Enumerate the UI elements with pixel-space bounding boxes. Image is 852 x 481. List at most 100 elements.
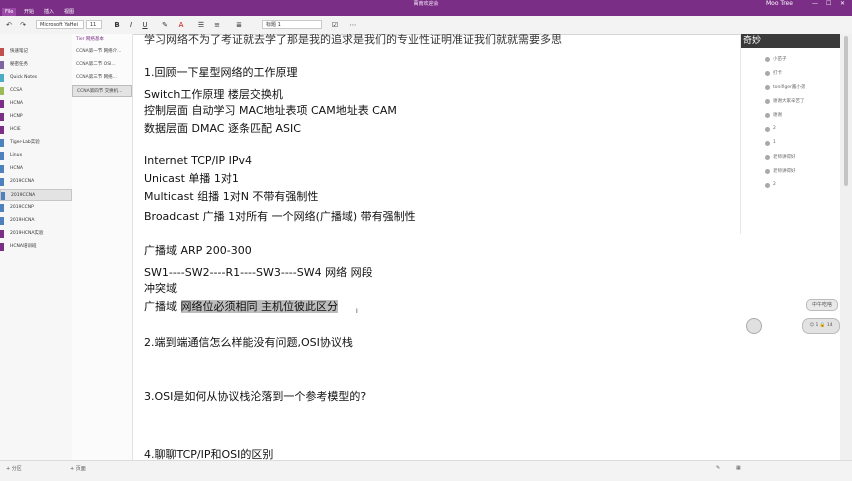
section-color-tab — [0, 165, 4, 173]
note-line[interactable]: 1.回顾一下星型网络的工作原理 — [144, 64, 298, 80]
section-label: HCNA培训班 — [10, 244, 37, 249]
section-list: 快速笔记 秘密任务 Quick Notes CCSA HCNA HCNP HCIE Tiger… — [0, 34, 73, 460]
section-label: HCIE — [10, 127, 21, 132]
section-item[interactable]: 秘密任务 — [0, 59, 72, 71]
bottom-grid-icon[interactable]: ▦ — [736, 465, 741, 471]
section-label: 2019CCNA — [11, 193, 36, 198]
section-label: HCNA — [10, 166, 23, 171]
note-line[interactable]: 冲突域 — [144, 280, 177, 296]
section-item[interactable]: Quick Notes — [0, 72, 72, 84]
vertical-scrollbar[interactable] — [840, 34, 852, 460]
page-item[interactable]: CCNA第二节 OSI... — [72, 59, 132, 71]
note-line-text: 3.OSI是如何从协议栈沦落到一个参考模型的? — [144, 390, 367, 403]
note-line[interactable]: SW1----SW2----R1----SW3----SW4 网络 网段 — [144, 264, 373, 280]
redo-icon[interactable]: ↷ — [18, 20, 28, 30]
section-item[interactable]: Linux — [0, 150, 72, 162]
section-color-tab — [0, 87, 4, 95]
page-label: CCNA第四节 交换机... — [77, 89, 123, 94]
section-color-tab — [1, 192, 5, 200]
font-name-select[interactable]: Microsoft YaHei — [36, 20, 84, 29]
align-icon[interactable]: ≣ — [234, 20, 244, 30]
add-section-button[interactable]: + 分区 — [6, 465, 22, 472]
note-line-text: 广播域 ARP 200-300 — [144, 244, 252, 257]
minimize-icon[interactable]: — — [812, 0, 818, 8]
italic-button[interactable]: I — [126, 20, 136, 30]
note-line-text: 数据层面 DMAC 逐条匹配 ASIC — [144, 122, 301, 135]
bullets-icon[interactable]: ☰ — [196, 20, 206, 30]
scrollbar-thumb[interactable] — [844, 36, 848, 186]
section-color-tab — [0, 74, 4, 82]
chat-avatar — [765, 127, 770, 132]
close-icon[interactable]: ✕ — [840, 0, 845, 8]
note-line[interactable]: Multicast 组播 1对N 不带有强制性 — [144, 188, 318, 204]
checkbox-tag-icon[interactable]: ☑ — [330, 20, 340, 30]
section-color-tab — [0, 48, 4, 56]
more-icon[interactable]: ⋯ — [348, 20, 358, 30]
menu-home[interactable]: 开始 — [24, 8, 34, 16]
section-item[interactable]: HCNA — [0, 163, 72, 175]
note-line[interactable]: 广播域 ARP 200-300 — [144, 242, 252, 258]
note-canvas[interactable]: 学习网络不为了考证就去学了那是我的追求是我们的专业性证明准证我们就就需要多思 1… — [132, 34, 840, 460]
bottom-pencil-icon[interactable]: ✎ — [716, 465, 720, 471]
section-item[interactable]: HCNA — [0, 98, 72, 110]
section-item[interactable]: CCSA — [0, 85, 72, 97]
page-item[interactable]: CCNA第三节 网络... — [72, 72, 132, 84]
section-item[interactable]: 快速笔记 — [0, 46, 72, 58]
chat-avatar — [765, 85, 770, 90]
section-label: 快速笔记 — [10, 49, 28, 54]
bold-button[interactable]: B — [112, 20, 122, 30]
numbering-icon[interactable]: ≡ — [212, 20, 222, 30]
section-item[interactable]: HCNA培训班 — [0, 241, 72, 253]
note-line-text: Unicast 单播 1对1 — [144, 172, 239, 185]
text-cursor-icon: I — [356, 308, 358, 315]
note-line[interactable]: Internet TCP/IP IPv4 — [144, 154, 252, 167]
note-line[interactable]: 3.OSI是如何从协议栈沦落到一个参考模型的? — [144, 388, 366, 404]
chat-bubble-lunch[interactable]: 中午吃啥 — [806, 299, 838, 311]
menu-view[interactable]: 视图 — [64, 8, 74, 16]
note-line-text: 冲突域 — [144, 282, 177, 295]
reaction-counter[interactable]: ☺ 1 🔒 14 — [802, 318, 840, 334]
font-size-select[interactable]: 11 — [86, 20, 102, 29]
section-color-tab — [0, 217, 4, 225]
section-item[interactable]: 2019HCNA — [0, 215, 72, 227]
menu-insert[interactable]: 插入 — [44, 8, 54, 16]
section-color-tab — [0, 100, 4, 108]
section-label: Quick Notes — [10, 75, 38, 80]
note-line[interactable]: 控制层面 自动学习 MAC地址表项 CAM地址表 CAM — [144, 102, 397, 118]
font-color-icon[interactable]: A — [176, 20, 186, 30]
section-item[interactable]: 2019CCNP — [0, 202, 72, 214]
menu-file[interactable]: File — [2, 8, 17, 16]
page-item[interactable]: CCNA第一节 网络介... — [72, 46, 132, 58]
note-line[interactable]: Switch工作原理 楼层交换机 — [144, 86, 283, 102]
section-item[interactable]: 2019CCNA — [0, 176, 72, 188]
maximize-icon[interactable]: ☐ — [826, 0, 831, 8]
note-line[interactable]: 数据层面 DMAC 逐条匹配 ASIC — [144, 120, 301, 136]
section-item[interactable]: 2019CCNA — [0, 189, 72, 201]
page-label: CCNA第一节 网络介... — [76, 49, 122, 54]
note-line[interactable]: Unicast 单播 1对1 — [144, 170, 239, 186]
page-list-heading: Tier 网络基本 — [76, 37, 104, 42]
chat-avatar — [765, 113, 770, 118]
section-label: Linux — [10, 153, 23, 158]
section-item[interactable]: Tiger-Lab实验 — [0, 137, 72, 149]
section-item[interactable]: HCNP — [0, 111, 72, 123]
style-select[interactable]: 标题 1 — [262, 20, 322, 29]
selected-text-highlight[interactable]: 网络位必须相同 主机位彼此区分 — [180, 300, 338, 313]
note-line[interactable]: 2.端到端通信怎么样能没有问题,OSI协议栈 — [144, 334, 353, 350]
underline-button[interactable]: U — [140, 20, 150, 30]
window-right-label: Moo Tree — [766, 0, 793, 7]
note-line[interactable]: 广播域 网络位必须相同 主机位彼此区分 — [144, 298, 338, 314]
page-item[interactable]: CCNA第四节 交换机... — [72, 85, 132, 97]
note-line[interactable]: 4.聊聊TCP/IP和OSI的区别 — [144, 446, 273, 460]
highlight-icon[interactable]: ✎ — [160, 20, 170, 30]
chat-avatar — [765, 57, 770, 62]
avatar[interactable] — [746, 318, 762, 334]
chat-avatar — [765, 141, 770, 146]
note-line[interactable]: Broadcast 广播 1对所有 一个网络(广播域) 带有强制性 — [144, 208, 416, 224]
undo-icon[interactable]: ↶ — [4, 20, 14, 30]
title-bar: 萬南欢迎会 Moo Tree — ☐ ✕ — [0, 0, 852, 8]
add-page-button[interactable]: + 页面 — [70, 465, 86, 472]
section-item[interactable]: HCIE — [0, 124, 72, 136]
section-label: HCNP — [10, 114, 23, 119]
section-item[interactable]: 2019HCNA实验 — [0, 228, 72, 240]
